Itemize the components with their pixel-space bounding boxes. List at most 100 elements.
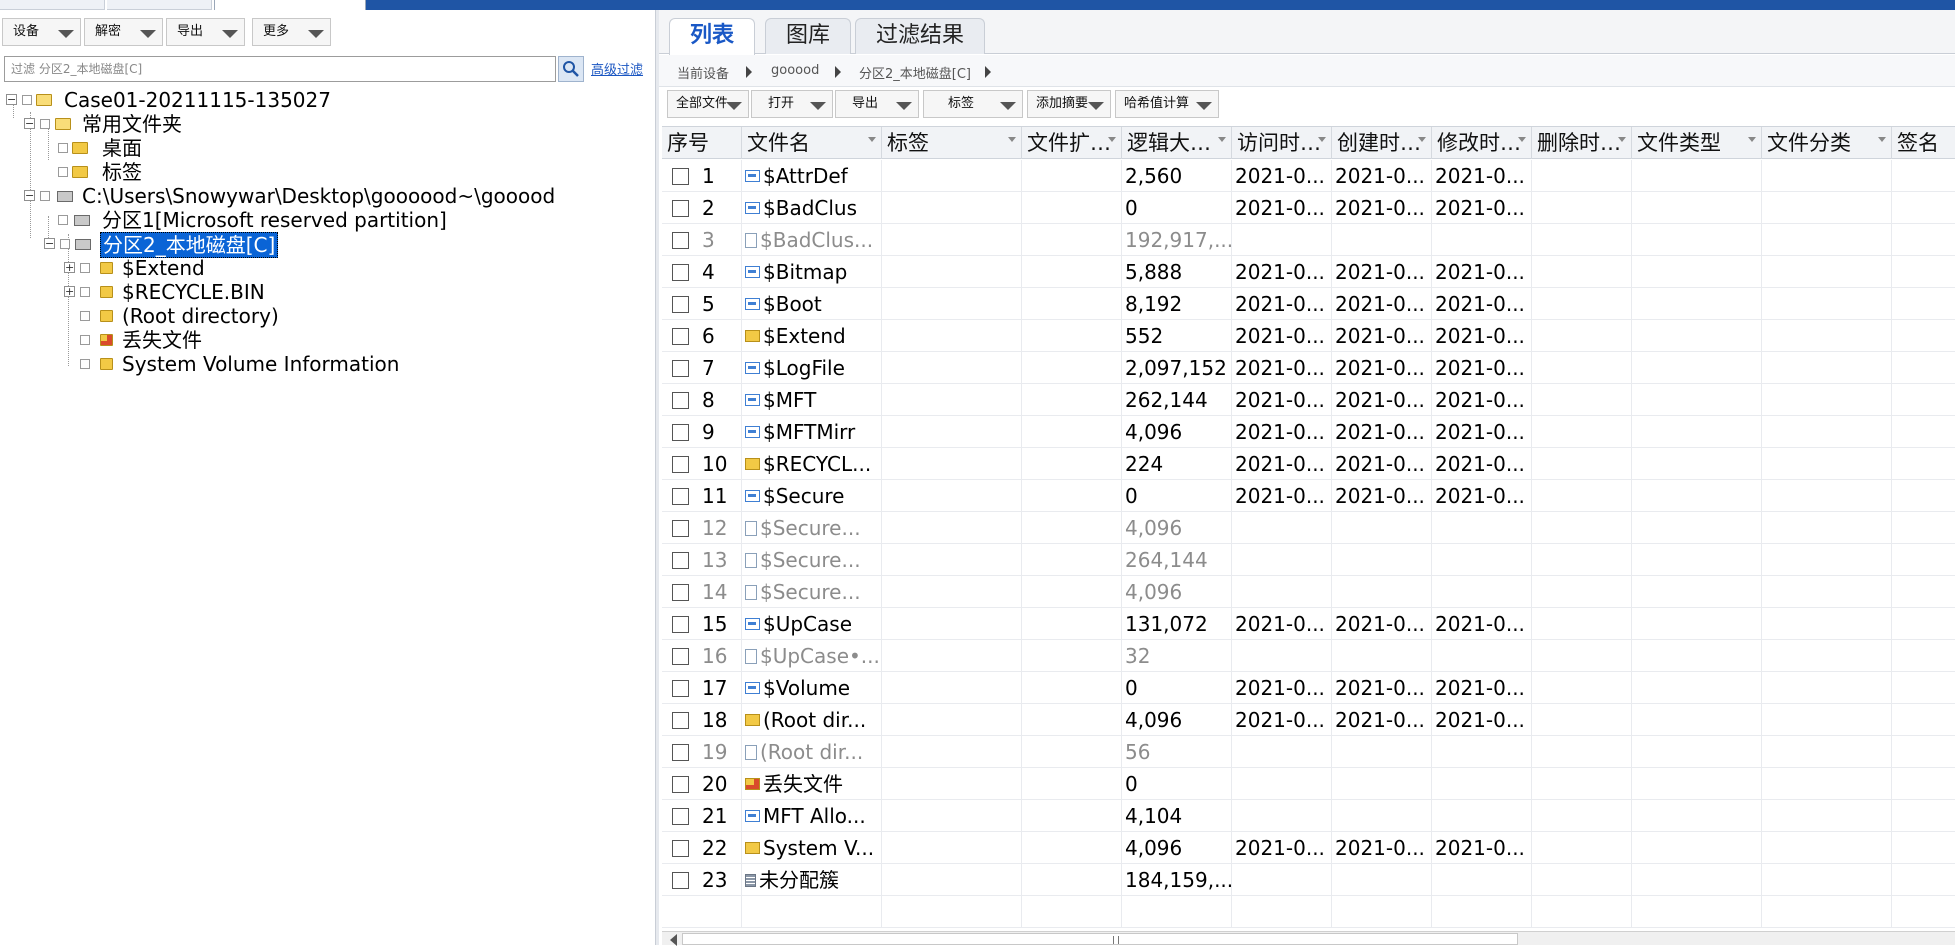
filter-icon[interactable]	[1008, 137, 1016, 142]
tree-checkbox[interactable]	[22, 95, 32, 105]
row-checkbox[interactable]	[672, 584, 689, 601]
filter-icon[interactable]	[868, 137, 876, 142]
filter-icon[interactable]	[1418, 137, 1426, 142]
table-row[interactable]: 7 $LogFile 2,097,152 2021-0... 2021-0... 2021…	[662, 352, 1955, 384]
tree-checkbox[interactable]	[58, 215, 68, 225]
advanced-filter-link[interactable]: 高级过滤	[591, 59, 643, 78]
row-checkbox[interactable]	[672, 808, 689, 825]
tree-checkbox[interactable]	[80, 287, 90, 297]
table-row[interactable]: 6 $Extend 552 2021-0... 2021-0... 2021-0...	[662, 320, 1955, 352]
expand-icon[interactable]: +	[64, 286, 75, 297]
table-row[interactable]: 15 $UpCase 131,072 2021-0... 2021-0... 2021-0…	[662, 608, 1955, 640]
filter-icon[interactable]	[1748, 137, 1756, 142]
column-header-index[interactable]: 序号	[662, 127, 742, 159]
tree-checkbox[interactable]	[80, 335, 90, 345]
tree-checkbox[interactable]	[40, 119, 50, 129]
column-header-create-time[interactable]: 创建时…	[1332, 127, 1432, 159]
scroll-left-icon[interactable]	[670, 934, 677, 946]
row-checkbox[interactable]	[672, 488, 689, 505]
column-header-logical-size[interactable]: 逻辑大…	[1122, 127, 1232, 159]
top-tab-active[interactable]	[214, 0, 366, 10]
breadcrumb-item[interactable]: 当前设备	[677, 63, 729, 82]
table-row[interactable]: 3 $BadClus... 192,917,...	[662, 224, 1955, 256]
open-dropdown[interactable]: 打开	[751, 90, 833, 118]
row-checkbox[interactable]	[672, 872, 689, 889]
row-checkbox[interactable]	[672, 296, 689, 313]
table-row[interactable]: 22 System V... 4,096 2021-0... 2021-0... 2021…	[662, 832, 1955, 864]
tag-dropdown[interactable]: 标签	[923, 90, 1023, 118]
horizontal-scrollbar[interactable]	[662, 931, 1955, 946]
table-row[interactable]: 1 $AttrDef 2,560 2021-0... 2021-0... 2021-0..…	[662, 160, 1955, 192]
table-row[interactable]: 14 $Secure... 4,096	[662, 576, 1955, 608]
export-dropdown[interactable]: 导出	[166, 18, 245, 46]
hash-calc-dropdown[interactable]: 哈希值计算	[1115, 90, 1219, 118]
tree-checkbox[interactable]	[80, 359, 90, 369]
row-checkbox[interactable]	[672, 200, 689, 217]
tree-checkbox[interactable]	[60, 239, 70, 249]
filter-icon[interactable]	[1318, 137, 1326, 142]
filter-input[interactable]: 过滤 分区2_本地磁盘[C]	[4, 56, 556, 82]
expand-icon[interactable]: +	[64, 262, 75, 273]
table-row[interactable]: 18 (Root dir... 4,096 2021-0... 2021-0... 202…	[662, 704, 1955, 736]
table-row[interactable]: 9 $MFTMirr 4,096 2021-0... 2021-0... 2021-0..…	[662, 416, 1955, 448]
row-checkbox[interactable]	[672, 616, 689, 633]
row-checkbox[interactable]	[672, 712, 689, 729]
row-checkbox[interactable]	[672, 840, 689, 857]
table-row[interactable]: 2 $BadClus 0 2021-0... 2021-0... 2021-0...	[662, 192, 1955, 224]
table-row[interactable]: 11 $Secure 0 2021-0... 2021-0... 2021-0...	[662, 480, 1955, 512]
table-row[interactable]: 16 $UpCase•... 32	[662, 640, 1955, 672]
row-checkbox[interactable]	[672, 168, 689, 185]
breadcrumb-item[interactable]: 分区2_本地磁盘[C]	[859, 63, 971, 82]
column-header-file-category[interactable]: 文件分类	[1762, 127, 1892, 159]
collapse-icon[interactable]: −	[24, 190, 35, 201]
column-header-tag[interactable]: 标签	[882, 127, 1022, 159]
row-checkbox[interactable]	[672, 424, 689, 441]
column-header-file-type[interactable]: 文件类型	[1632, 127, 1762, 159]
table-row[interactable]: 12 $Secure... 4,096	[662, 512, 1955, 544]
row-checkbox[interactable]	[672, 264, 689, 281]
search-button[interactable]	[558, 56, 584, 82]
table-row[interactable]: 8 $MFT 262,144 2021-0... 2021-0... 2021-0...	[662, 384, 1955, 416]
row-checkbox[interactable]	[672, 520, 689, 537]
table-row[interactable]: 10 $RECYCL... 224 2021-0... 2021-0... 2021-0.…	[662, 448, 1955, 480]
collapse-icon[interactable]: −	[6, 94, 17, 105]
row-checkbox[interactable]	[672, 744, 689, 761]
tab-filter-result[interactable]: 过滤结果	[855, 18, 986, 54]
row-checkbox[interactable]	[672, 232, 689, 249]
table-row[interactable]: 20 丢失文件 0	[662, 768, 1955, 800]
filter-icon[interactable]	[1618, 137, 1626, 142]
row-checkbox[interactable]	[672, 392, 689, 409]
export-list-dropdown[interactable]: 导出	[835, 90, 919, 118]
table-row[interactable]: 21 MFT Allo... 4,104	[662, 800, 1955, 832]
tree-checkbox[interactable]	[80, 263, 90, 273]
row-checkbox[interactable]	[672, 456, 689, 473]
top-tab-1[interactable]	[0, 0, 105, 10]
top-tab-2[interactable]	[107, 0, 212, 10]
column-header-access-time[interactable]: 访问时…	[1232, 127, 1332, 159]
table-row[interactable]: 5 $Boot 8,192 2021-0... 2021-0... 2021-0...	[662, 288, 1955, 320]
table-row[interactable]: 17 $Volume 0 2021-0... 2021-0... 2021-0...	[662, 672, 1955, 704]
table-row[interactable]: 19 (Root dir... 56	[662, 736, 1955, 768]
row-checkbox[interactable]	[672, 648, 689, 665]
column-header-extension[interactable]: 文件扩…	[1022, 127, 1122, 159]
tree-checkbox[interactable]	[80, 311, 90, 321]
row-checkbox[interactable]	[672, 776, 689, 793]
row-checkbox[interactable]	[672, 552, 689, 569]
tree-checkbox[interactable]	[58, 143, 68, 153]
table-row[interactable]: 13 $Secure... 264,144	[662, 544, 1955, 576]
column-header-filename[interactable]: 文件名	[742, 127, 882, 159]
breadcrumb-item[interactable]: gooood	[771, 63, 819, 78]
decrypt-dropdown[interactable]: 解密	[84, 18, 163, 46]
device-dropdown[interactable]: 设备	[2, 18, 81, 46]
row-checkbox[interactable]	[672, 680, 689, 697]
column-header-signature[interactable]: 签名	[1892, 127, 1955, 159]
column-header-delete-time[interactable]: 删除时…	[1532, 127, 1632, 159]
add-summary-dropdown[interactable]: 添加摘要	[1027, 90, 1111, 118]
filter-icon[interactable]	[1518, 137, 1526, 142]
filter-icon[interactable]	[1878, 137, 1886, 142]
table-row[interactable]: 23 未分配簇 184,159,...	[662, 864, 1955, 896]
filter-icon[interactable]	[1108, 137, 1116, 142]
tab-list[interactable]: 列表	[669, 18, 756, 55]
more-dropdown[interactable]: 更多	[252, 18, 331, 46]
scrollbar-thumb[interactable]	[682, 933, 1518, 945]
